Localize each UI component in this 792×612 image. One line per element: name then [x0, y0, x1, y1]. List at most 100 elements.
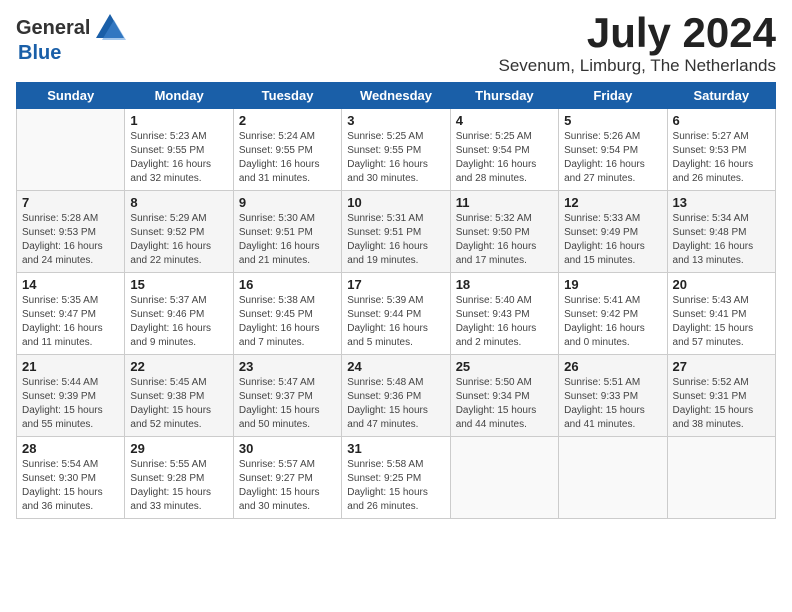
calendar-day-cell: 20 Sunrise: 5:43 AM Sunset: 9:41 PM Dayli…: [667, 273, 775, 355]
day-info: Sunrise: 5:52 AM Sunset: 9:31 PM Dayligh…: [673, 376, 770, 432]
calendar-day-cell: 19 Sunrise: 5:41 AM Sunset: 9:42 PM Dayli…: [559, 273, 667, 355]
calendar-day-cell: 7 Sunrise: 5:28 AM Sunset: 9:53 PM Daylig…: [17, 191, 125, 273]
calendar-day-cell: 23Sunrise: 5:47 AM Sunset: 9:37 PM Dayli…: [233, 355, 341, 437]
day-number: 15: [130, 277, 227, 292]
day-info: Sunrise: 5:45 AM Sunset: 9:38 PM Dayligh…: [130, 376, 227, 432]
calendar-week-row: 28 Sunrise: 5:54 AM Sunset: 9:30 PM Dayli…: [17, 437, 776, 519]
day-number: 6: [673, 113, 770, 128]
calendar-day-cell: 17Sunrise: 5:39 AM Sunset: 9:44 PM Dayli…: [342, 273, 450, 355]
calendar-day-cell: 30 Sunrise: 5:57 AM Sunset: 9:27 PM Dayli…: [233, 437, 341, 519]
day-info: Sunrise: 5:34 AM Sunset: 9:48 PM Dayligh…: [673, 212, 770, 268]
calendar-week-row: 1 Sunrise: 5:23 AM Sunset: 9:55 PM Daylig…: [17, 109, 776, 191]
day-number: 19: [564, 277, 661, 292]
calendar-week-row: 21Sunrise: 5:44 AM Sunset: 9:39 PM Dayli…: [17, 355, 776, 437]
calendar-day-cell: 16 Sunrise: 5:38 AM Sunset: 9:45 PM Dayli…: [233, 273, 341, 355]
day-number: 10: [347, 195, 444, 210]
calendar-day-cell: 25 Sunrise: 5:50 AM Sunset: 9:34 PM Dayli…: [450, 355, 558, 437]
day-info: Sunrise: 5:24 AM Sunset: 9:55 PM Dayligh…: [239, 130, 336, 186]
day-info: Sunrise: 5:26 AM Sunset: 9:54 PM Dayligh…: [564, 130, 661, 186]
day-info: Sunrise: 5:54 AM Sunset: 9:30 PM Dayligh…: [22, 458, 119, 514]
day-info: Sunrise: 5:35 AM Sunset: 9:47 PM Dayligh…: [22, 294, 119, 350]
calendar-day-cell: 27 Sunrise: 5:52 AM Sunset: 9:31 PM Dayli…: [667, 355, 775, 437]
calendar-day-cell: 8Sunrise: 5:29 AM Sunset: 9:52 PM Daylig…: [125, 191, 233, 273]
logo-icon: [92, 10, 128, 46]
day-number: 28: [22, 441, 119, 456]
day-info: Sunrise: 5:47 AM Sunset: 9:37 PM Dayligh…: [239, 376, 336, 432]
calendar-day-cell: 1 Sunrise: 5:23 AM Sunset: 9:55 PM Daylig…: [125, 109, 233, 191]
calendar-week-row: 7 Sunrise: 5:28 AM Sunset: 9:53 PM Daylig…: [17, 191, 776, 273]
calendar-day-cell: [667, 437, 775, 519]
day-info: Sunrise: 5:57 AM Sunset: 9:27 PM Dayligh…: [239, 458, 336, 514]
calendar-day-cell: 10 Sunrise: 5:31 AM Sunset: 9:51 PM Dayli…: [342, 191, 450, 273]
calendar-day-cell: 4 Sunrise: 5:25 AM Sunset: 9:54 PM Daylig…: [450, 109, 558, 191]
day-number: 29: [130, 441, 227, 456]
day-number: 16: [239, 277, 336, 292]
day-info: Sunrise: 5:40 AM Sunset: 9:43 PM Dayligh…: [456, 294, 553, 350]
day-info: Sunrise: 5:28 AM Sunset: 9:53 PM Dayligh…: [22, 212, 119, 268]
calendar-day-cell: 31Sunrise: 5:58 AM Sunset: 9:25 PM Dayli…: [342, 437, 450, 519]
calendar-weekday-header: Friday: [559, 83, 667, 109]
day-info: Sunrise: 5:23 AM Sunset: 9:55 PM Dayligh…: [130, 130, 227, 186]
day-number: 11: [456, 195, 553, 210]
day-info: Sunrise: 5:32 AM Sunset: 9:50 PM Dayligh…: [456, 212, 553, 268]
day-info: Sunrise: 5:39 AM Sunset: 9:44 PM Dayligh…: [347, 294, 444, 350]
day-number: 31: [347, 441, 444, 456]
day-number: 18: [456, 277, 553, 292]
day-info: Sunrise: 5:37 AM Sunset: 9:46 PM Dayligh…: [130, 294, 227, 350]
day-number: 1: [130, 113, 227, 128]
day-number: 5: [564, 113, 661, 128]
calendar-day-cell: 14 Sunrise: 5:35 AM Sunset: 9:47 PM Dayli…: [17, 273, 125, 355]
day-info: Sunrise: 5:41 AM Sunset: 9:42 PM Dayligh…: [564, 294, 661, 350]
calendar-day-cell: 18 Sunrise: 5:40 AM Sunset: 9:43 PM Dayli…: [450, 273, 558, 355]
day-number: 2: [239, 113, 336, 128]
day-number: 24: [347, 359, 444, 374]
day-number: 4: [456, 113, 553, 128]
calendar-weekday-header: Thursday: [450, 83, 558, 109]
day-number: 9: [239, 195, 336, 210]
calendar-week-row: 14 Sunrise: 5:35 AM Sunset: 9:47 PM Dayli…: [17, 273, 776, 355]
day-number: 30: [239, 441, 336, 456]
calendar-day-cell: 13 Sunrise: 5:34 AM Sunset: 9:48 PM Dayli…: [667, 191, 775, 273]
day-info: Sunrise: 5:29 AM Sunset: 9:52 PM Dayligh…: [130, 212, 227, 268]
calendar-day-cell: 5 Sunrise: 5:26 AM Sunset: 9:54 PM Daylig…: [559, 109, 667, 191]
day-number: 22: [130, 359, 227, 374]
calendar-header-row: SundayMondayTuesdayWednesdayThursdayFrid…: [17, 83, 776, 109]
day-number: 25: [456, 359, 553, 374]
calendar-day-cell: 29Sunrise: 5:55 AM Sunset: 9:28 PM Dayli…: [125, 437, 233, 519]
day-info: Sunrise: 5:27 AM Sunset: 9:53 PM Dayligh…: [673, 130, 770, 186]
day-number: 12: [564, 195, 661, 210]
day-info: Sunrise: 5:25 AM Sunset: 9:54 PM Dayligh…: [456, 130, 553, 186]
day-info: Sunrise: 5:43 AM Sunset: 9:41 PM Dayligh…: [673, 294, 770, 350]
calendar-day-cell: 12 Sunrise: 5:33 AM Sunset: 9:49 PM Dayli…: [559, 191, 667, 273]
day-info: Sunrise: 5:51 AM Sunset: 9:33 PM Dayligh…: [564, 376, 661, 432]
calendar-weekday-header: Wednesday: [342, 83, 450, 109]
day-info: Sunrise: 5:33 AM Sunset: 9:49 PM Dayligh…: [564, 212, 661, 268]
calendar-day-cell: 3Sunrise: 5:25 AM Sunset: 9:55 PM Daylig…: [342, 109, 450, 191]
day-number: 14: [22, 277, 119, 292]
day-info: Sunrise: 5:48 AM Sunset: 9:36 PM Dayligh…: [347, 376, 444, 432]
calendar-weekday-header: Sunday: [17, 83, 125, 109]
day-number: 13: [673, 195, 770, 210]
calendar-weekday-header: Saturday: [667, 83, 775, 109]
day-number: 27: [673, 359, 770, 374]
day-number: 21: [22, 359, 119, 374]
day-info: Sunrise: 5:50 AM Sunset: 9:34 PM Dayligh…: [456, 376, 553, 432]
day-info: Sunrise: 5:31 AM Sunset: 9:51 PM Dayligh…: [347, 212, 444, 268]
calendar-day-cell: 9Sunrise: 5:30 AM Sunset: 9:51 PM Daylig…: [233, 191, 341, 273]
day-info: Sunrise: 5:38 AM Sunset: 9:45 PM Dayligh…: [239, 294, 336, 350]
day-number: 26: [564, 359, 661, 374]
calendar-table: SundayMondayTuesdayWednesdayThursdayFrid…: [16, 82, 776, 519]
title-area: July 2024 Sevenum, Limburg, The Netherla…: [498, 10, 776, 76]
calendar-weekday-header: Monday: [125, 83, 233, 109]
logo-blue-text: Blue: [18, 42, 61, 64]
calendar-day-cell: [450, 437, 558, 519]
calendar-day-cell: [17, 109, 125, 191]
day-number: 20: [673, 277, 770, 292]
calendar-day-cell: 28 Sunrise: 5:54 AM Sunset: 9:30 PM Dayli…: [17, 437, 125, 519]
calendar-day-cell: 11 Sunrise: 5:32 AM Sunset: 9:50 PM Dayli…: [450, 191, 558, 273]
day-number: 7: [22, 195, 119, 210]
location-subtitle: Sevenum, Limburg, The Netherlands: [498, 56, 776, 76]
calendar-day-cell: 26 Sunrise: 5:51 AM Sunset: 9:33 PM Dayli…: [559, 355, 667, 437]
logo: General Blue: [16, 10, 128, 64]
month-year-title: July 2024: [498, 10, 776, 56]
